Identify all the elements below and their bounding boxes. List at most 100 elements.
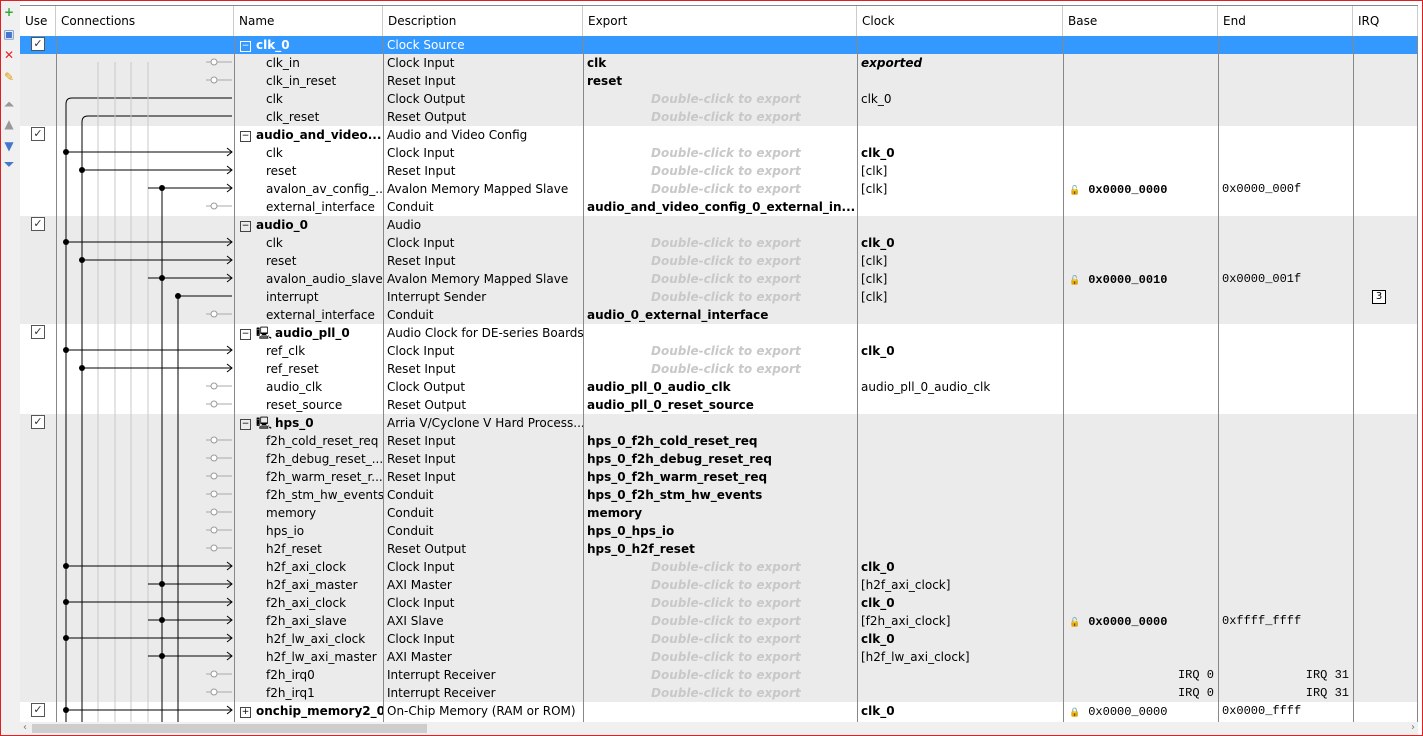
export-cell[interactable]: hps_0_h2f_reset [585, 540, 857, 558]
interface-name[interactable]: clk_in_reset [264, 72, 383, 90]
export-cell[interactable]: Double-click to export [585, 666, 857, 684]
irq-number[interactable]: 3 [1372, 290, 1386, 304]
scrollbar-thumb[interactable] [32, 724, 427, 733]
clock-cell[interactable]: [clk] [859, 180, 1063, 198]
component-name[interactable]: audio_0 [256, 218, 308, 232]
export-cell[interactable]: Double-click to export [585, 342, 857, 360]
export-cell[interactable]: Double-click to export [585, 612, 857, 630]
interface-name[interactable]: clk_in [264, 54, 383, 72]
export-cell[interactable]: hps_0_f2h_warm_reset_req [585, 468, 857, 486]
use-checkbox[interactable]: ✓ [31, 415, 45, 429]
clock-cell[interactable]: clk_0 [859, 630, 1063, 648]
move-up-icon[interactable]: ▲ [3, 118, 15, 130]
interface-name[interactable]: avalon_audio_slave [264, 270, 383, 288]
column-header-name[interactable]: Name [234, 6, 383, 36]
export-cell[interactable]: Double-click to export [585, 144, 857, 162]
export-cell[interactable]: audio_pll_0_audio_clk [585, 378, 857, 396]
base-address[interactable]: 0x0000_0000 [1088, 705, 1167, 719]
interface-name[interactable]: f2h_stm_hw_events [264, 486, 383, 504]
clock-cell[interactable]: exported [859, 54, 1063, 72]
interface-name[interactable]: h2f_reset [264, 540, 383, 558]
interface-name[interactable]: clk_reset [264, 108, 383, 126]
component-name[interactable]: audio_and_video... [256, 128, 381, 142]
clock-cell[interactable]: [clk] [859, 288, 1063, 306]
unlock-icon[interactable]: 🔓 [1069, 276, 1080, 286]
clock-cell[interactable]: audio_pll_0_audio_clk [859, 378, 1063, 396]
export-cell[interactable]: Double-click to export [585, 576, 857, 594]
clock-cell[interactable]: clk_0 [859, 234, 1063, 252]
export-cell[interactable]: hps_0_hps_io [585, 522, 857, 540]
interface-name[interactable]: f2h_axi_clock [264, 594, 383, 612]
interface-name[interactable]: f2h_irq0 [264, 666, 383, 684]
export-cell[interactable]: Double-click to export [585, 648, 857, 666]
export-cell[interactable]: hps_0_f2h_stm_hw_events [585, 486, 857, 504]
interface-name[interactable]: interrupt [264, 288, 383, 306]
export-cell[interactable]: Double-click to export [585, 108, 857, 126]
interface-name[interactable]: reset [264, 252, 383, 270]
interface-name[interactable]: clk [264, 234, 383, 252]
use-checkbox[interactable]: ✓ [31, 127, 45, 141]
interface-name[interactable]: h2f_lw_axi_master [264, 648, 383, 666]
interface-name[interactable]: reset_source [264, 396, 383, 414]
clock-cell[interactable]: clk_0 [859, 594, 1063, 612]
base-address[interactable]: 0x0000_0000 [1088, 615, 1167, 629]
unlock-icon[interactable]: 🔓 [1069, 618, 1080, 628]
expand-toggle-icon[interactable]: − [240, 329, 251, 340]
scroll-right-icon[interactable]: › [1411, 722, 1415, 733]
export-cell[interactable]: Double-click to export [585, 234, 857, 252]
export-cell[interactable]: audio_pll_0_reset_source [585, 396, 857, 414]
column-header-irq[interactable]: IRQ [1353, 6, 1418, 36]
column-header-clock[interactable]: Clock [857, 6, 1063, 36]
connections-graph[interactable] [56, 35, 236, 725]
move-top-icon[interactable]: ⏶ [3, 98, 15, 110]
use-checkbox[interactable]: ✓ [31, 703, 45, 717]
export-cell[interactable]: Double-click to export [585, 684, 857, 702]
expand-toggle-icon[interactable]: − [240, 221, 251, 232]
base-address[interactable]: 0x0000_0000 [1088, 183, 1167, 197]
interface-name[interactable]: hps_io [264, 522, 383, 540]
interface-name[interactable]: f2h_cold_reset_req [264, 432, 383, 450]
component-name[interactable]: hps_0 [275, 416, 314, 430]
use-checkbox[interactable]: ✓ [31, 325, 45, 339]
expand-toggle-icon[interactable]: − [240, 41, 251, 52]
export-cell[interactable]: Double-click to export [585, 288, 857, 306]
clock-cell[interactable]: clk_0 [859, 702, 1063, 720]
interface-name[interactable]: f2h_axi_slave [264, 612, 383, 630]
column-header-connections[interactable]: Connections [56, 6, 234, 36]
move-bottom-icon[interactable]: ⏷ [3, 158, 15, 170]
interface-name[interactable]: h2f_axi_master [264, 576, 383, 594]
interface-name[interactable]: avalon_av_config_... [264, 180, 383, 198]
interface-name[interactable]: memory [264, 504, 383, 522]
interface-name[interactable]: f2h_debug_reset_... [264, 450, 383, 468]
lock-icon[interactable]: 🔒 [1069, 708, 1080, 718]
interface-name[interactable]: audio_clk [264, 378, 383, 396]
interface-name[interactable]: clk [264, 144, 383, 162]
column-header-use[interactable]: Use [20, 6, 56, 36]
move-down-icon[interactable]: ▼ [3, 140, 15, 152]
interface-name[interactable]: external_interface [264, 306, 383, 324]
remove-icon[interactable]: ✕ [3, 49, 15, 61]
interface-name[interactable]: h2f_lw_axi_clock [264, 630, 383, 648]
export-cell[interactable]: Double-click to export [585, 180, 857, 198]
interface-name[interactable]: h2f_axi_clock [264, 558, 383, 576]
interface-name[interactable]: f2h_irq1 [264, 684, 383, 702]
component-name[interactable]: clk_0 [256, 38, 290, 52]
export-cell[interactable]: Double-click to export [585, 270, 857, 288]
clock-cell[interactable]: clk_0 [859, 144, 1063, 162]
export-cell[interactable]: Double-click to export [585, 594, 857, 612]
interface-name[interactable]: f2h_warm_reset_r... [264, 468, 383, 486]
column-header-base[interactable]: Base [1063, 6, 1218, 36]
unlock-icon[interactable]: 🔓 [1069, 186, 1080, 196]
component-name[interactable]: audio_pll_0 [275, 326, 350, 340]
export-cell[interactable]: Double-click to export [585, 558, 857, 576]
component-name[interactable]: onchip_memory2_0 [256, 704, 383, 718]
column-header-export[interactable]: Export [583, 6, 857, 36]
expand-toggle-icon[interactable]: + [240, 707, 251, 718]
horizontal-scrollbar[interactable]: ‹ › [20, 722, 1418, 735]
column-header-description[interactable]: Description [383, 6, 583, 36]
interface-name[interactable]: ref_clk [264, 342, 383, 360]
export-cell[interactable]: Double-click to export [585, 360, 857, 378]
clock-cell[interactable]: clk_0 [859, 342, 1063, 360]
interface-name[interactable]: reset [264, 162, 383, 180]
add-icon[interactable]: + [3, 6, 15, 18]
